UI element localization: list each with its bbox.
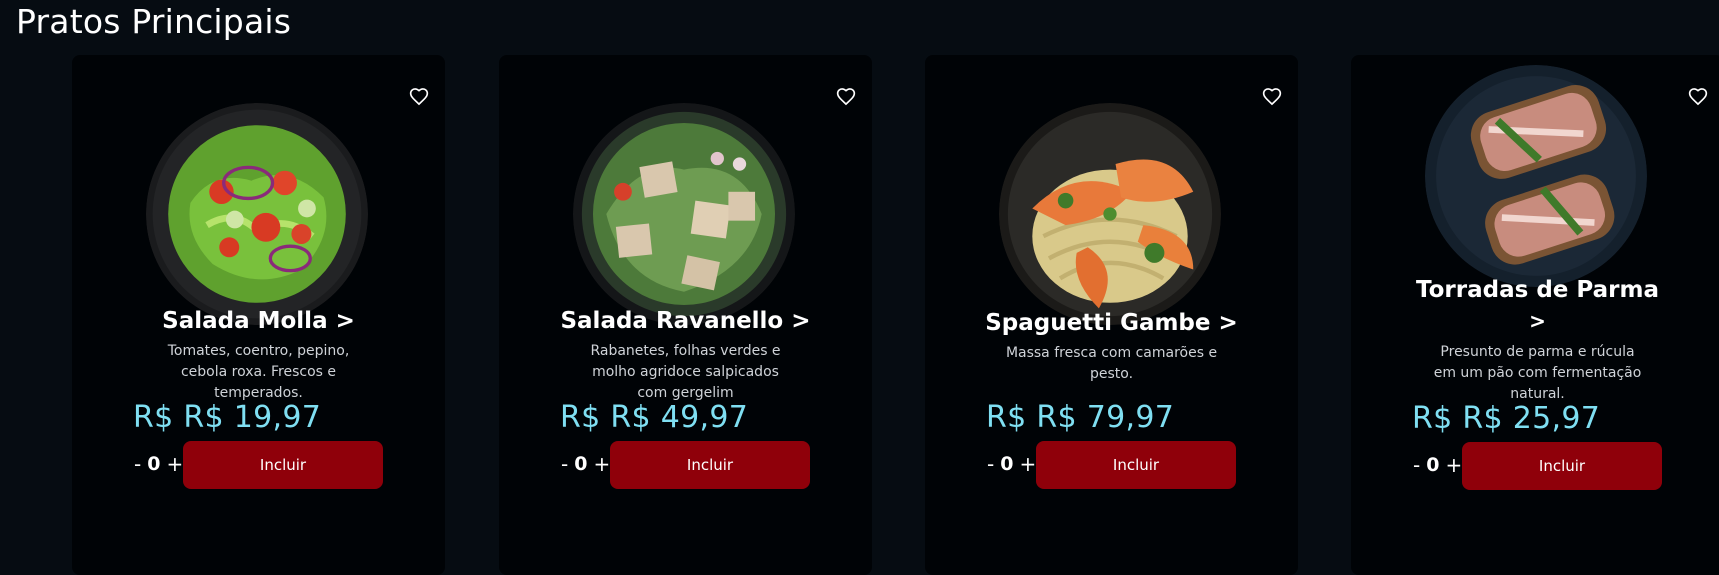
product-description: Rabanetes, folhas verdes e molho agridoc… — [590, 343, 781, 401]
dish-image — [146, 103, 368, 325]
quantity-value: 0 — [1000, 453, 1014, 475]
add-to-cart-button[interactable]: Incluir — [610, 441, 810, 489]
product-name[interactable]: Salada Ravanello > — [499, 308, 872, 334]
heart-icon[interactable] — [836, 87, 856, 107]
decrement-button[interactable]: - — [134, 452, 141, 476]
quantity-value: 0 — [574, 453, 588, 475]
heart-icon[interactable] — [1262, 87, 1282, 107]
product-name[interactable]: Spaguetti Gambe > — [925, 310, 1298, 336]
product-card: Salada Ravanello > Rabanetes, folhas ver… — [499, 55, 872, 575]
increment-button[interactable]: + — [166, 452, 183, 476]
heart-icon[interactable] — [1688, 87, 1708, 107]
dish-image — [999, 103, 1221, 325]
quantity-value: 0 — [147, 453, 161, 475]
increment-button[interactable]: + — [1445, 453, 1462, 477]
quantity-value: 0 — [1426, 454, 1440, 476]
decrement-button[interactable]: - — [987, 452, 994, 476]
product-name[interactable]: Torradas de Parma — [1351, 277, 1719, 303]
add-to-cart-button[interactable]: Incluir — [1462, 442, 1662, 490]
increment-button[interactable]: + — [593, 452, 610, 476]
quantity-stepper: - 0 + — [987, 452, 1036, 476]
product-card: Spaguetti Gambe > Massa fresca com camar… — [925, 55, 1298, 575]
quantity-stepper: - 0 + — [134, 452, 183, 476]
product-card: Torradas de Parma > Presunto de parma e … — [1351, 55, 1719, 575]
section-title: Pratos Principais — [16, 2, 292, 41]
product-description: Tomates, coentro, pepino, cebola roxa. F… — [167, 343, 350, 401]
product-price: R$ R$ 49,97 — [560, 400, 749, 435]
quantity-stepper: - 0 + — [561, 452, 610, 476]
product-description: Massa fresca com camarões e pesto. — [1005, 345, 1218, 382]
product-grid: Salada Molla > Tomates, coentro, pepino,… — [0, 55, 1719, 575]
dish-image — [1425, 65, 1647, 287]
product-price: R$ R$ 25,97 — [1412, 401, 1601, 436]
product-name-arrow[interactable]: > — [1351, 309, 1719, 333]
quantity-stepper: - 0 + — [1413, 453, 1462, 477]
dish-image — [573, 103, 795, 325]
product-price: R$ R$ 79,97 — [986, 400, 1175, 435]
decrement-button[interactable]: - — [561, 452, 568, 476]
product-name[interactable]: Salada Molla > — [72, 308, 445, 334]
heart-icon[interactable] — [409, 87, 429, 107]
product-description: Presunto de parma e rúcula em um pão com… — [1433, 344, 1642, 402]
product-card: Salada Molla > Tomates, coentro, pepino,… — [72, 55, 445, 575]
product-price: R$ R$ 19,97 — [133, 400, 322, 435]
decrement-button[interactable]: - — [1413, 453, 1420, 477]
add-to-cart-button[interactable]: Incluir — [1036, 441, 1236, 489]
add-to-cart-button[interactable]: Incluir — [183, 441, 383, 489]
increment-button[interactable]: + — [1019, 452, 1036, 476]
